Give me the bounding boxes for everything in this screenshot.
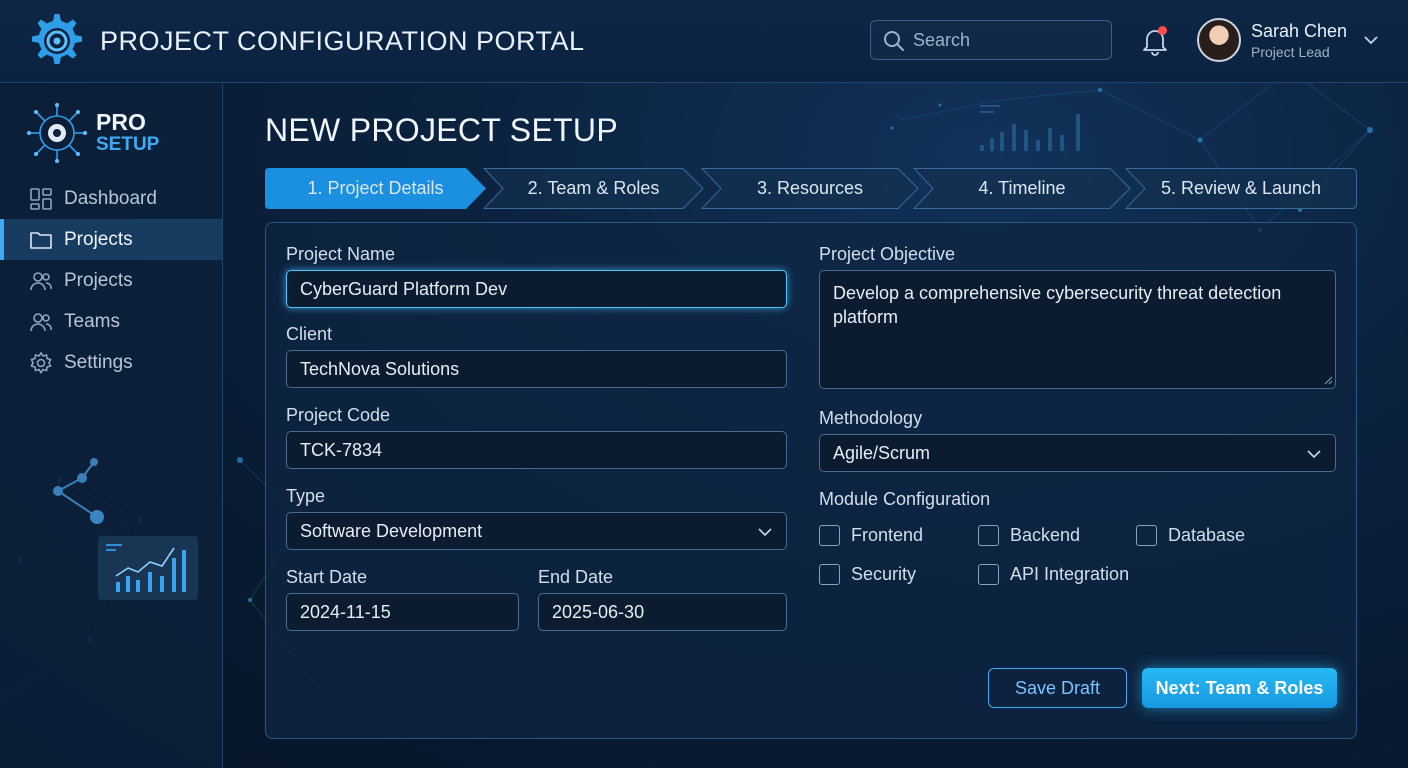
module-checkbox-security[interactable]: Security: [819, 564, 916, 585]
methodology-label: Methodology: [819, 408, 923, 428]
methodology-selected-value: Agile/Scrum: [833, 442, 931, 463]
checkbox-label: API Integration: [1010, 564, 1130, 584]
sidebar-item-projects-active[interactable]: Projects: [0, 219, 222, 260]
project-objective-label: Project Objective: [819, 244, 956, 264]
type-selected-value: Software Development: [300, 520, 483, 541]
page-title: NEW PROJECT SETUP: [265, 112, 618, 148]
module-checkbox-frontend[interactable]: Frontend: [819, 525, 923, 546]
circuit-gear-logo-icon: [27, 103, 87, 163]
user-avatar[interactable]: [1197, 18, 1241, 62]
gear-logo-icon: [32, 14, 82, 64]
chevron-down-icon[interactable]: [1363, 32, 1379, 48]
client-input[interactable]: [286, 350, 787, 388]
folder-icon: [30, 231, 52, 249]
step-team-roles[interactable]: 2. Team & Roles: [483, 168, 704, 209]
module-configuration-label: Module Configuration: [819, 489, 991, 509]
step-review-launch[interactable]: 5. Review & Launch: [1125, 168, 1357, 209]
checkbox[interactable]: [819, 525, 840, 546]
project-objective-textarea[interactable]: Develop a comprehensive cybersecurity th…: [819, 270, 1336, 389]
stepper: 1. Project Details 2. Team & Roles 3. Re…: [265, 168, 1357, 209]
sidebar-item-dashboard[interactable]: Dashboard: [0, 178, 222, 219]
step-timeline[interactable]: 4. Timeline: [913, 168, 1131, 209]
search-box[interactable]: [870, 20, 1112, 60]
gear-icon: [30, 351, 52, 374]
project-name-label: Project Name: [286, 244, 396, 264]
sidebar-item-label: Projects: [64, 228, 133, 250]
user-role: Project Lead: [1251, 44, 1330, 60]
dashboard-icon: [30, 187, 52, 210]
end-date-input[interactable]: [538, 593, 787, 631]
chart-icon: [106, 544, 186, 592]
resize-handle-icon[interactable]: [1323, 375, 1333, 385]
checkbox-label: Database: [1168, 525, 1246, 545]
step-label: 1. Project Details: [307, 178, 444, 198]
top-header: PROJECT CONFIGURATION PORTAL Sarah Chen …: [0, 0, 1408, 83]
checkbox[interactable]: [978, 564, 999, 585]
chevron-down-icon: [758, 528, 772, 537]
module-checkbox-database[interactable]: Database: [1136, 525, 1245, 546]
start-date-label: Start Date: [286, 567, 368, 587]
sidebar-item-projects[interactable]: Projects: [0, 260, 222, 301]
users-icon: [30, 271, 52, 290]
step-project-details[interactable]: 1. Project Details: [265, 168, 486, 209]
project-code-input[interactable]: [286, 431, 787, 469]
step-label: 5. Review & Launch: [1160, 178, 1322, 198]
sidebar-item-teams[interactable]: Teams: [0, 301, 222, 342]
sidebar-item-label: Teams: [64, 310, 120, 332]
sidebar-item-label: Dashboard: [64, 187, 157, 209]
checkbox-label: Backend: [1010, 525, 1081, 545]
checkbox[interactable]: [1136, 525, 1157, 546]
user-name[interactable]: Sarah Chen: [1251, 21, 1347, 42]
checkbox-label: Frontend: [851, 525, 924, 545]
checkbox[interactable]: [978, 525, 999, 546]
project-code-label: Project Code: [286, 405, 391, 425]
save-draft-button[interactable]: Save Draft: [988, 668, 1127, 708]
mini-chart-decoration: [98, 536, 198, 600]
module-checkbox-api-integration[interactable]: API Integration: [978, 564, 1129, 585]
search-icon: [884, 31, 904, 51]
sidebar-item-label: Settings: [64, 351, 133, 373]
type-label: Type: [286, 486, 326, 506]
sidebar-item-label: Projects: [64, 269, 133, 291]
users-icon: [30, 312, 52, 331]
step-label: 2. Team & Roles: [527, 178, 660, 198]
sidebar: PRO SETUP Dashboard Projects Projects Te…: [0, 84, 223, 768]
app-title: PROJECT CONFIGURATION PORTAL: [100, 26, 585, 56]
checkbox-label: Security: [851, 564, 917, 584]
chevron-down-icon: [1307, 450, 1321, 459]
network-nodes-decoration: [53, 458, 104, 524]
step-label: 3. Resources: [756, 178, 864, 198]
client-label: Client: [286, 324, 333, 344]
project-name-input[interactable]: [286, 270, 787, 308]
sidebar-item-settings[interactable]: Settings: [0, 342, 222, 383]
notification-badge: [1158, 26, 1167, 35]
step-resources[interactable]: 3. Resources: [701, 168, 919, 209]
step-label: 4. Timeline: [978, 178, 1066, 198]
next-team-roles-button[interactable]: Next: Team & Roles: [1142, 668, 1337, 708]
checkbox[interactable]: [819, 564, 840, 585]
type-select[interactable]: Software Development: [286, 512, 787, 550]
methodology-select[interactable]: Agile/Scrum: [819, 434, 1336, 472]
search-input[interactable]: [913, 21, 1103, 59]
start-date-input[interactable]: [286, 593, 519, 631]
brand-setup: SETUP: [96, 134, 160, 155]
end-date-label: End Date: [538, 567, 614, 587]
project-details-form: Project Name Client Project Code Type So…: [265, 222, 1357, 739]
module-checkbox-backend[interactable]: Backend: [978, 525, 1080, 546]
brand-pro: PRO: [96, 109, 146, 135]
